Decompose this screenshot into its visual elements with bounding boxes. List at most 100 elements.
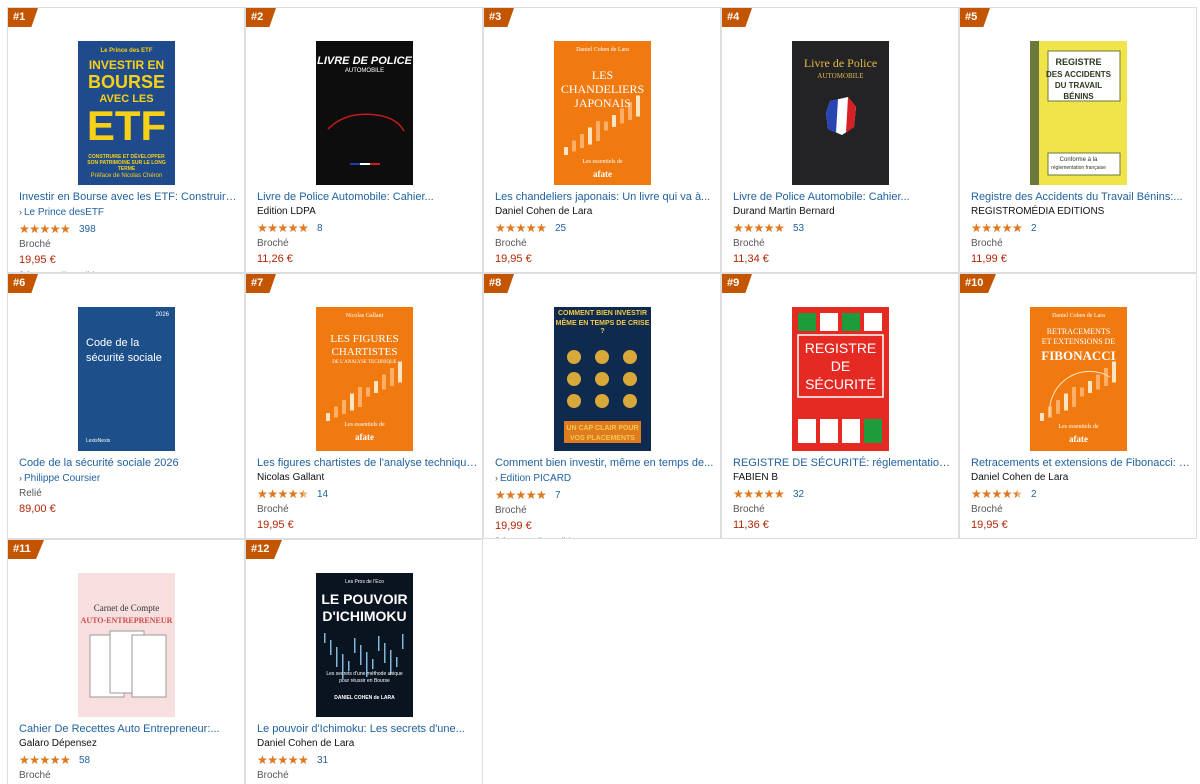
price[interactable]: 19,95 € <box>257 519 479 532</box>
author-label[interactable]: Edition PICARD <box>500 473 571 484</box>
rating-row[interactable]: ★★★★★★★★★★2 <box>971 221 1193 235</box>
rating-row[interactable]: ★★★★★ ★★★★★ 7 <box>495 488 717 502</box>
book-cover[interactable]: Carnet de Compte AUTO-ENTREPRENEUR <box>78 573 175 717</box>
review-count[interactable]: 7 <box>555 490 561 501</box>
author-label: Daniel Cohen de Lara <box>257 738 355 749</box>
product-card[interactable]: #10 Daniel Cohen de Lara RETRACEMENTS ET EX… <box>959 273 1197 539</box>
rating-row[interactable]: ★★★★★★★★★★14 <box>257 487 479 501</box>
star-rating-icon[interactable]: ★★★★★★★★★★ <box>257 754 314 766</box>
star-rating-icon[interactable]: ★★★★★★★★★★ <box>257 222 314 234</box>
star-rating-icon[interactable]: ★★★★★★★★★★ <box>733 488 790 500</box>
author-name[interactable]: › Edition PICARD <box>495 472 717 485</box>
chart-bar <box>336 647 338 667</box>
book-cover[interactable]: Nicolas Gallant LES FIGURES CHARTISTES DE L… <box>316 307 413 451</box>
product-title-link[interactable]: Investir en Bourse avec les ETF: Constru… <box>19 190 241 204</box>
cover-text: pour réussir en Bourse <box>339 678 390 684</box>
review-count[interactable]: 8 <box>317 223 323 234</box>
rating-row[interactable]: ★★★★★ ★★★★★ 53 <box>733 221 955 235</box>
product-card[interactable]: #7 Nicolas Gallant LES FIGURES CHARTISTES DE… <box>245 273 483 539</box>
book-cover[interactable]: Daniel Cohen de Lara LES CHANDELIERS JAPONA… <box>554 41 651 185</box>
star-rating-icon[interactable]: ★★★★★★★★★★ <box>495 222 552 234</box>
product-title-link[interactable]: Livre de Police Automobile: Cahier... <box>733 190 955 204</box>
review-count[interactable]: 58 <box>79 755 90 766</box>
product-card[interactable]: #1 Le Prince des ETF INVESTIR EN BOURSE AVEC… <box>7 7 245 273</box>
product-title-link[interactable]: Les chandeliers japonais: Un livre qui v… <box>495 190 717 204</box>
author-label[interactable]: Philippe Coursier <box>24 473 100 484</box>
rating-row[interactable]: ★★★★★ ★★★★★ 25 <box>495 221 717 235</box>
book-cover[interactable]: LIVRE DE POLICE AUTOMOBILE <box>316 41 413 185</box>
cover-text: LES FIGURES <box>330 333 399 345</box>
author-name[interactable]: › Le Prince desETF <box>19 206 241 219</box>
book-cover[interactable]: REGISTRE DES ACCIDENTS DU TRAVAIL BÉNINS Con… <box>1030 41 1127 185</box>
product-card[interactable]: #4 Livre de Police AUTOMOBILE Livre de Poli… <box>721 7 959 273</box>
review-count[interactable]: 31 <box>317 755 328 766</box>
price[interactable]: 11,99 € <box>971 253 1193 266</box>
author-label[interactable]: Le Prince desETF <box>24 207 104 218</box>
book-cover[interactable]: Daniel Cohen de Lara RETRACEMENTS ET EXTEN… <box>1030 307 1127 451</box>
review-count[interactable]: 14 <box>317 489 328 500</box>
price[interactable]: 11,34 € <box>733 253 955 266</box>
author-name: Edition LDPA <box>257 206 479 218</box>
product-card[interactable]: #2 LIVRE DE POLICE AUTOMOBILE Livre de Poli… <box>245 7 483 273</box>
product-title-link[interactable]: Retracements et extensions de Fibonacci:… <box>971 456 1193 470</box>
product-title-link[interactable]: Le pouvoir d'Ichimoku: Les secrets d'une… <box>257 722 479 736</box>
book-cover[interactable]: Livre de Police AUTOMOBILE <box>792 41 889 185</box>
price[interactable]: 89,00 € <box>19 503 241 516</box>
product-card[interactable]: #3 Daniel Cohen de Lara LES CHANDELIERS JAPO… <box>483 7 721 273</box>
product-title-link[interactable]: Cahier De Recettes Auto Entrepreneur:... <box>19 722 241 736</box>
star-rating-icon[interactable]: ★★★★★★★★★★ <box>257 488 314 500</box>
book-cover[interactable]: Le Prince des ETF INVESTIR EN BOURSE AVEC L… <box>78 41 175 185</box>
book-cover[interactable]: COMMENT BIEN INVESTIR MÊME EN TEMPS DE CR… <box>554 307 651 451</box>
cover-text: LexisNexis <box>86 438 111 444</box>
review-count[interactable]: 2 <box>1031 223 1037 234</box>
cover-text: SÉCURITÉ <box>805 376 876 392</box>
rating-row[interactable]: ★★★★★ ★★★★★ 32 <box>733 487 955 501</box>
rating-row[interactable]: ★★★★★ ★★★★★ 398 <box>19 222 241 236</box>
star-rating-icon[interactable]: ★★★★★★★★★★ <box>971 222 1028 234</box>
rating-row[interactable]: ★★★★★ ★★★★★ 8 <box>257 221 479 235</box>
product-title-link[interactable]: Code de la sécurité sociale 2026 <box>19 456 241 470</box>
product-card[interactable]: #6 Code de la sécurité sociale 2026 LexisNex… <box>7 273 245 539</box>
candle <box>596 121 600 141</box>
author-name[interactable]: › Philippe Coursier <box>19 472 241 485</box>
product-title-link[interactable]: Registre des Accidents du Travail Bénins… <box>971 190 1193 204</box>
star-rating-icon[interactable]: ★★★★★★★★★★ <box>733 222 790 234</box>
product-card[interactable]: #12 Les Pros de l'Eco LE POUVOIR D'ICHIMOKU… <box>245 539 483 784</box>
product-title-link[interactable]: REGISTRE DE SÉCURITÉ: réglementation d..… <box>733 456 955 470</box>
author-name: FABIEN B <box>733 472 955 484</box>
price[interactable]: 19,95 € <box>19 254 241 267</box>
price[interactable]: 19,99 € <box>495 520 717 533</box>
product-card[interactable]: #5 REGISTRE DES ACCIDENTS DU TRAVAIL BÉNINS C… <box>959 7 1197 273</box>
product-info: Code de la sécurité sociale 2026 › Philipp… <box>19 456 241 516</box>
price[interactable]: 11,36 € <box>733 519 955 532</box>
review-count[interactable]: 53 <box>793 223 804 234</box>
product-title-link[interactable]: Les figures chartistes de l'analyse tech… <box>257 456 479 470</box>
price[interactable]: 11,26 € <box>257 253 479 266</box>
star-rating-icon[interactable]: ★★★★★★★★★★ <box>19 223 76 235</box>
info-icon <box>623 350 637 364</box>
book-cover[interactable]: Les Pros de l'Eco LE POUVOIR D'ICHIMOKU Les… <box>316 573 413 717</box>
review-count[interactable]: 2 <box>1031 489 1037 500</box>
product-card[interactable]: #9 REGISTRE DE SÉCURITÉ REGISTRE DE SÉCURITÉ… <box>721 273 959 539</box>
book-cover[interactable]: REGISTRE DE SÉCURITÉ <box>792 307 889 451</box>
rating-row[interactable]: ★★★★★ ★★★★★ 58 <box>19 753 241 767</box>
candle <box>350 393 354 411</box>
star-rating-icon[interactable]: ★★★★★★★★★★ <box>495 489 552 501</box>
price[interactable]: 19,95 € <box>495 253 717 266</box>
cover-text: DE <box>830 358 851 374</box>
book-cover[interactable]: Code de la sécurité sociale 2026 LexisNexis <box>78 307 175 451</box>
product-card[interactable]: #8 COMMENT BIEN INVESTIR MÊME EN TEMPS DE … <box>483 273 721 539</box>
star-rating-icon[interactable]: ★★★★★★★★★★ <box>971 488 1028 500</box>
product-title-link[interactable]: Livre de Police Automobile: Cahier... <box>257 190 479 204</box>
rating-row[interactable]: ★★★★★ ★★★★★ 31 <box>257 753 479 767</box>
review-count[interactable]: 32 <box>793 489 804 500</box>
price[interactable]: 19,95 € <box>971 519 1193 532</box>
rating-row[interactable]: ★★★★★★★★★★2 <box>971 487 1193 501</box>
product-card[interactable]: #11 Carnet de Compte AUTO-ENTREPRENEUR Cahi… <box>7 539 245 784</box>
star-rating-icon[interactable]: ★★★★★★★★★★ <box>19 754 76 766</box>
review-count[interactable]: 25 <box>555 223 566 234</box>
rank-badge: #6 <box>8 274 38 293</box>
product-title-link[interactable]: Comment bien investir, même en temps de.… <box>495 456 717 470</box>
author-name: Nicolas Gallant <box>257 472 479 484</box>
review-count[interactable]: 398 <box>79 224 96 235</box>
